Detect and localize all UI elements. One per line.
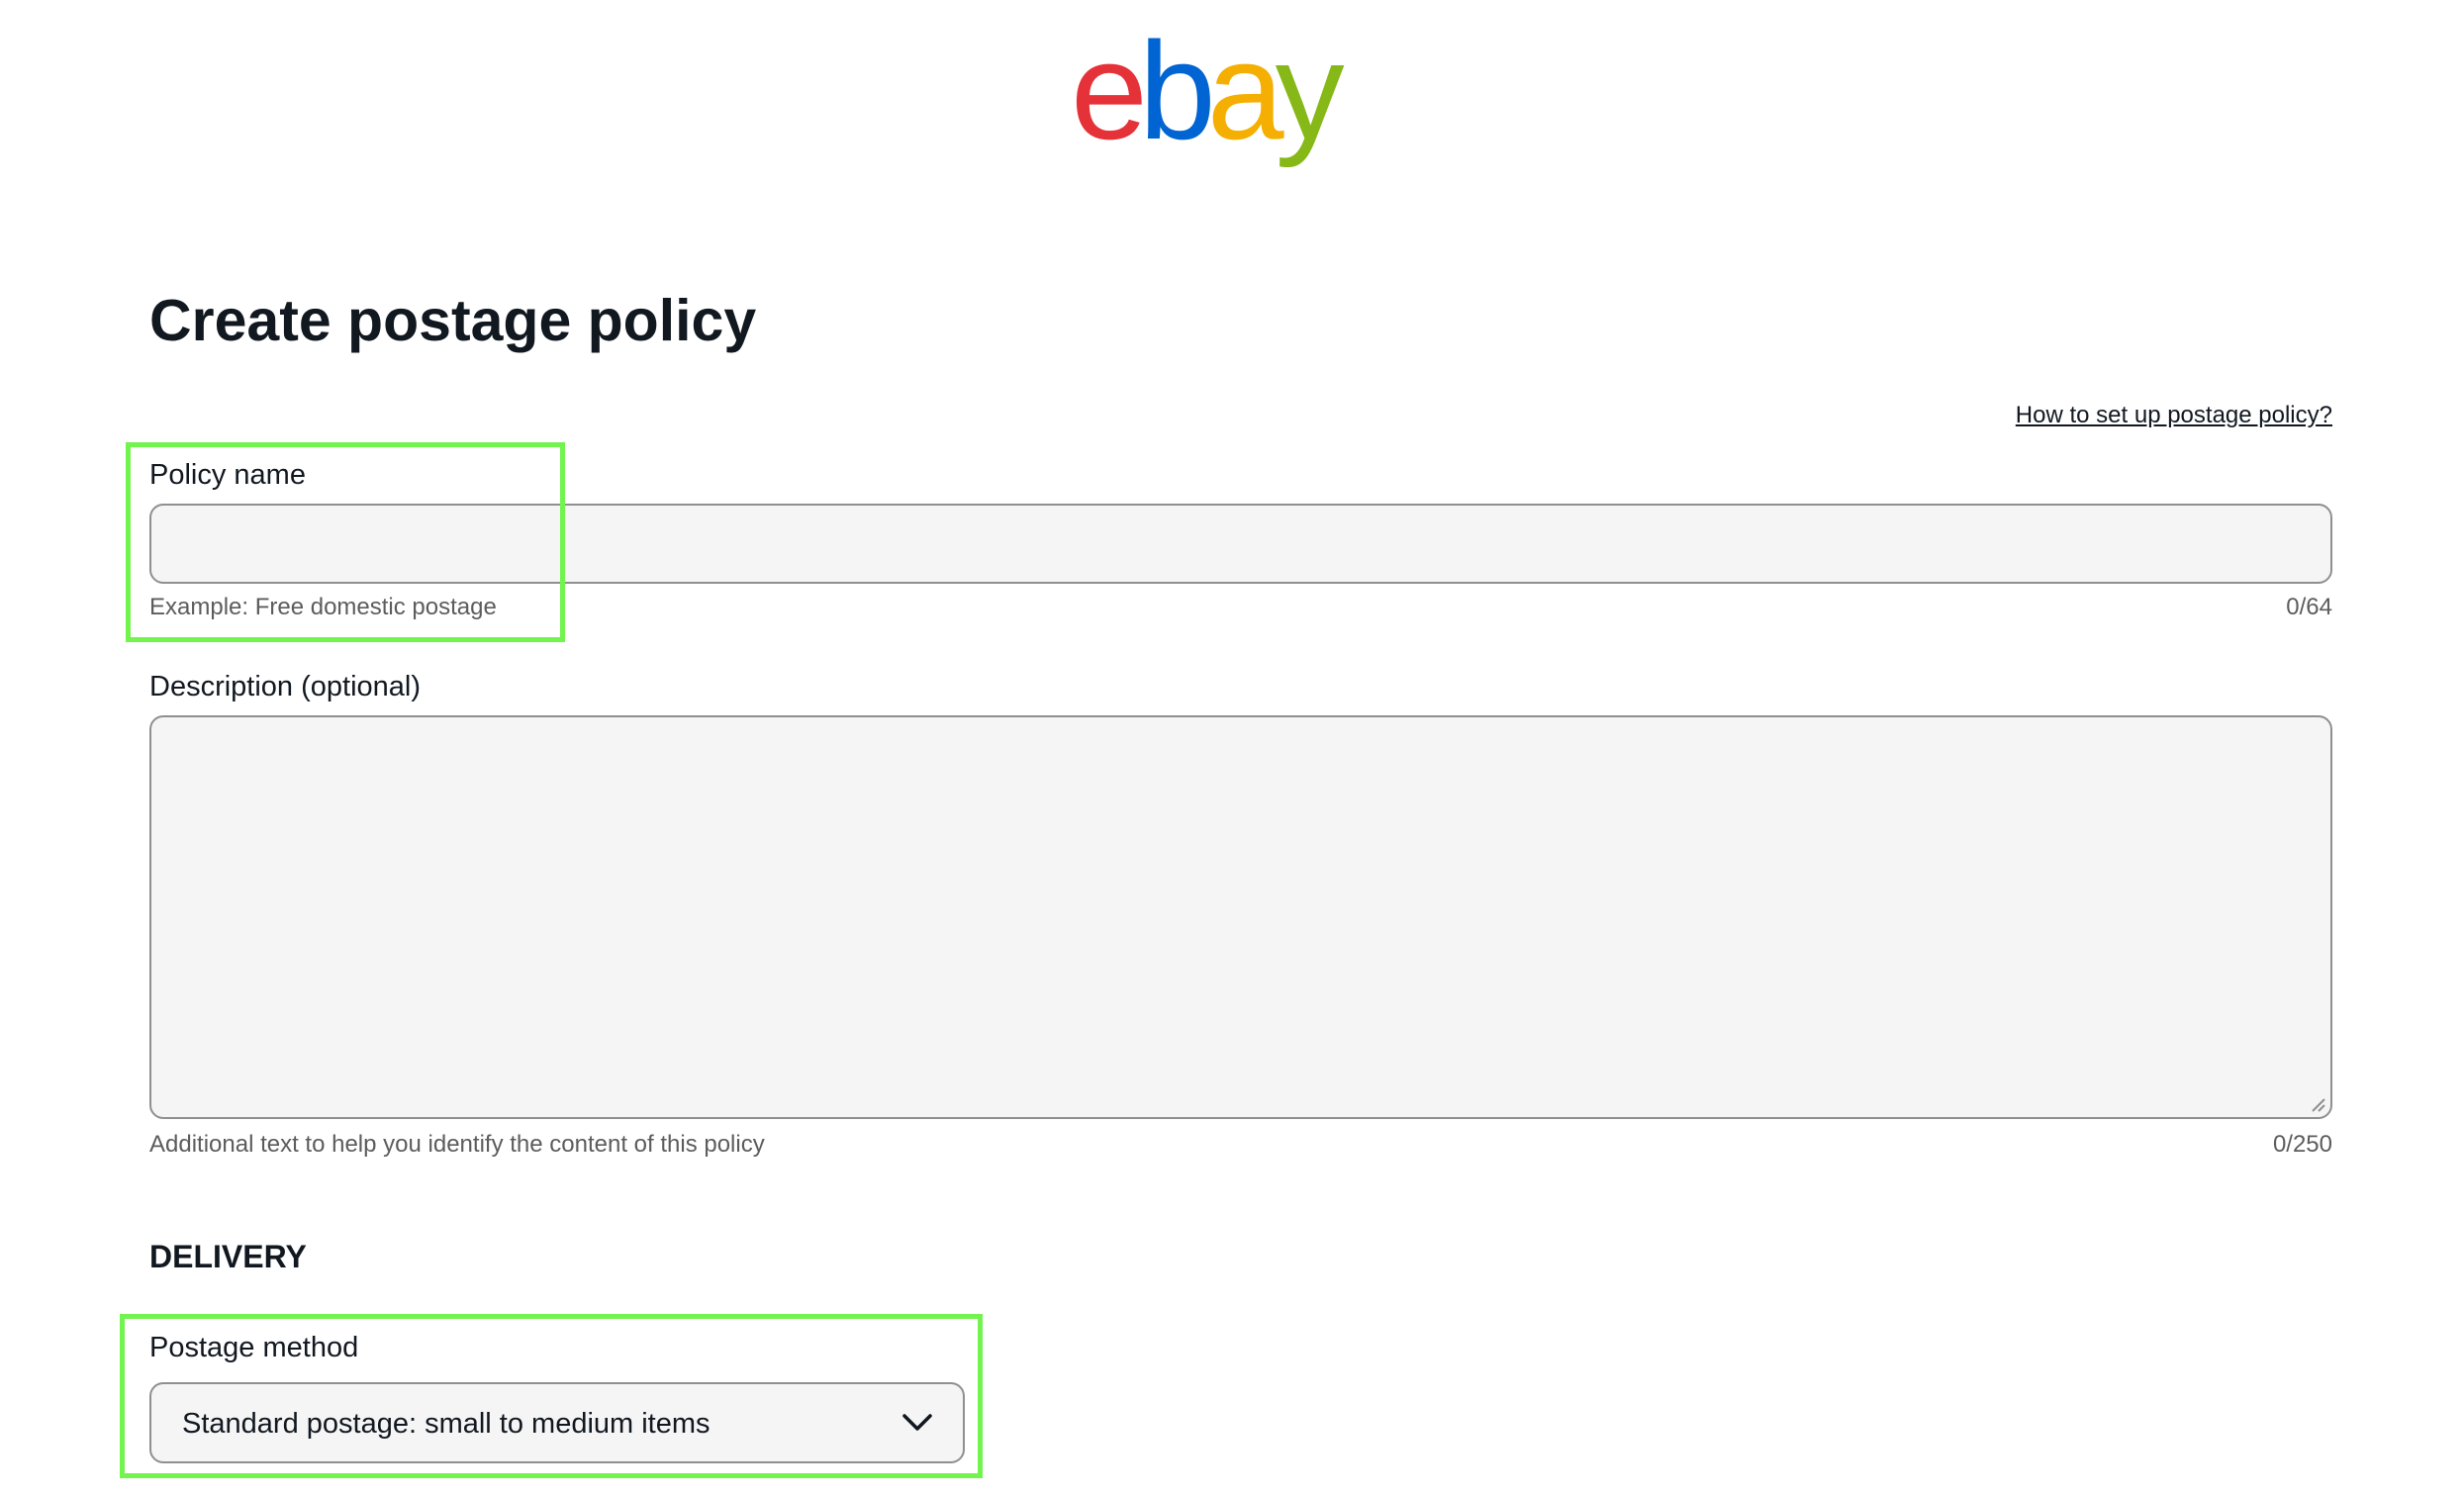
logo-letter-b: b [1138,13,1216,168]
postage-method-select[interactable]: Standard postage: small to medium items [149,1382,965,1463]
delivery-heading: DELIVERY [149,1239,307,1274]
ebay-logo[interactable]: ebay [1071,13,1345,168]
chevron-down-icon [902,1414,932,1431]
description-counter: 0/250 [2272,1131,2332,1158]
help-link-postage-policy[interactable]: How to set up postage policy? [2016,400,2332,431]
create-postage-policy-page: ebay Create postage policy How to set up… [0,0,2464,1496]
policy-name-counter: 0/64 [2286,594,2332,620]
logo-letter-e: e [1071,13,1148,168]
page-title: Create postage policy [149,288,757,353]
policy-name-helper: Example: Free domestic postage [149,594,497,620]
resize-handle-icon[interactable] [2309,1095,2326,1113]
postage-method-selected-value: Standard postage: small to medium items [182,1408,711,1440]
description-label: Description (optional) [149,671,422,702]
policy-name-label: Policy name [149,459,306,491]
logo-letter-y: y [1275,13,1345,168]
policy-name-input[interactable] [149,504,2332,584]
description-helper: Additional text to help you identify the… [149,1131,765,1158]
postage-method-label: Postage method [149,1332,359,1363]
description-textarea[interactable] [149,715,2332,1119]
logo-letter-a: a [1206,13,1284,168]
